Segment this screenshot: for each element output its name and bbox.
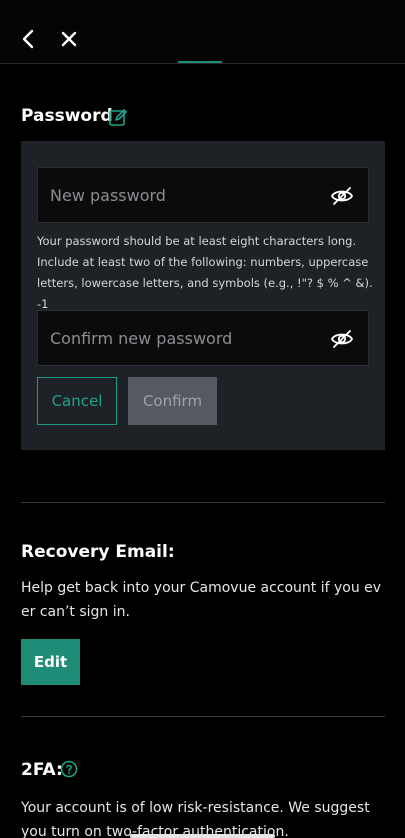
confirm-password-input[interactable] <box>38 311 318 365</box>
edit-recovery-email-button[interactable]: Edit <box>21 639 80 685</box>
close-button[interactable] <box>54 24 84 54</box>
password-section-title: Password <box>21 106 113 126</box>
confirm-button[interactable]: Confirm <box>128 377 217 425</box>
tab-indicator <box>178 61 222 63</box>
close-icon <box>61 31 77 47</box>
top-bar <box>0 0 405 64</box>
new-password-field <box>37 167 369 223</box>
edit-icon[interactable] <box>108 108 128 128</box>
home-indicator <box>130 834 275 838</box>
eye-off-icon[interactable] <box>330 184 354 208</box>
password-hint: Your password should be at least eight c… <box>37 234 373 311</box>
recovery-email-title: Recovery Email: <box>21 542 175 562</box>
twofa-description: Your account is of low risk-resistance. … <box>21 800 370 838</box>
twofa-title: 2FA: <box>21 760 63 780</box>
recovery-email-description: Help get back into your Camovue account … <box>21 580 382 620</box>
new-password-input[interactable] <box>38 168 318 222</box>
back-button[interactable] <box>14 24 44 54</box>
section-divider <box>21 502 385 503</box>
password-edit-panel: Your password should be at least eight c… <box>21 141 385 450</box>
chevron-left-icon <box>22 29 34 49</box>
confirm-password-field <box>37 310 369 366</box>
question-circle-icon[interactable] <box>60 760 78 778</box>
cancel-button[interactable]: Cancel <box>37 377 117 425</box>
section-divider <box>21 716 385 717</box>
eye-off-icon[interactable] <box>330 327 354 351</box>
